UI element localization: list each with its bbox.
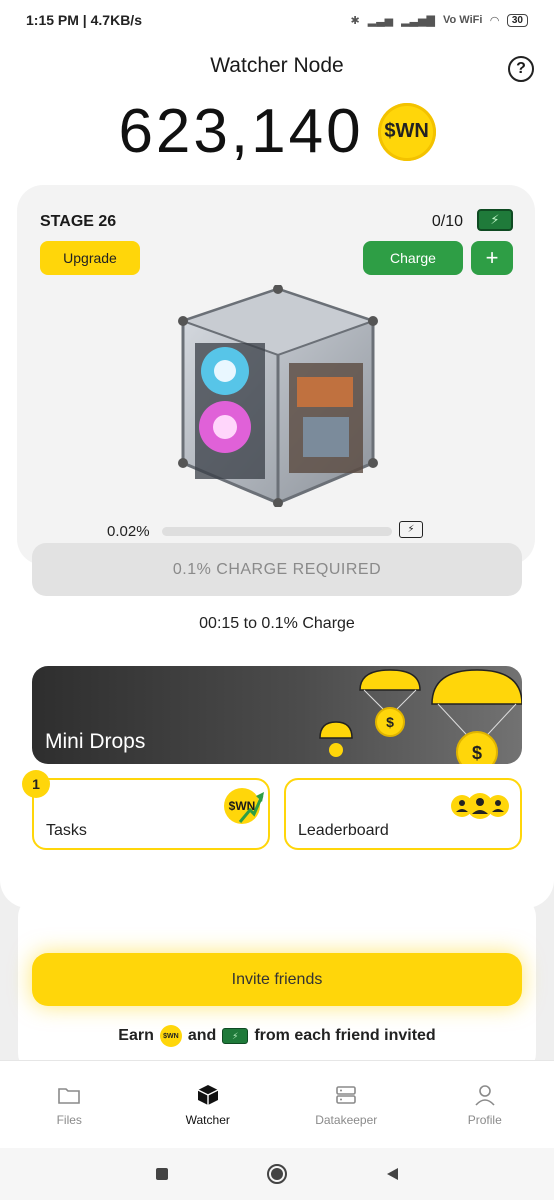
status-speed: 4.7KB/s xyxy=(90,12,142,28)
user-icon xyxy=(475,1085,495,1106)
stage-label: STAGE 26 xyxy=(40,213,117,230)
leaderboard-users-icon xyxy=(451,793,509,819)
node-card: STAGE 26 0/10 ⚡ Upgrade Charge + 0.02% ⚡ xyxy=(17,185,535,565)
help-icon[interactable]: ? xyxy=(508,56,534,82)
nav-datakeeper[interactable]: Datakeeper xyxy=(277,1061,416,1148)
earn-text: Earn $WN and ⚡ from each friend invited xyxy=(0,1025,554,1047)
recents-icon[interactable] xyxy=(154,1166,170,1182)
page-title: Watcher Node xyxy=(210,54,344,77)
bluetooth-icon: ✱ xyxy=(350,14,360,27)
progress-bar xyxy=(162,527,392,536)
tasks-label: Tasks xyxy=(46,822,87,839)
balance-row: 623,140 $WN xyxy=(0,96,554,167)
status-divider: | xyxy=(78,12,91,28)
upgrade-button[interactable]: Upgrade xyxy=(40,241,140,275)
nav-watcher[interactable]: Watcher xyxy=(139,1061,278,1148)
status-time: 1:15 PM xyxy=(26,12,79,28)
tasks-count-badge: 1 xyxy=(22,770,50,798)
battery-charging-icon: ⚡ xyxy=(222,1028,249,1044)
folder-icon xyxy=(58,1088,81,1104)
tasks-tile[interactable]: Tasks $WN xyxy=(32,778,270,850)
balance-value: 623,140 xyxy=(118,97,364,166)
back-icon[interactable] xyxy=(384,1166,400,1182)
nav-profile-label: Profile xyxy=(467,1113,502,1127)
charge-required-button[interactable]: 0.1% CHARGE REQUIRED xyxy=(32,543,522,596)
nav-profile[interactable]: Profile xyxy=(416,1061,554,1148)
vowifi-label: Vo WiFi xyxy=(442,14,483,26)
svg-text:$: $ xyxy=(472,743,482,763)
bottom-nav: Files Watcher Datakeeper Profile xyxy=(0,1060,554,1148)
signal-icon-2: ▂▃▅▇ xyxy=(401,14,435,27)
home-icon[interactable] xyxy=(266,1163,288,1185)
charge-count: 0/10 xyxy=(431,213,463,230)
wn-coin-icon: $WN xyxy=(377,102,436,161)
cube-icon xyxy=(197,1085,219,1105)
system-nav-bar xyxy=(0,1148,554,1200)
invite-friends-button[interactable]: Invite friends xyxy=(32,953,522,1006)
nav-files[interactable]: Files xyxy=(0,1061,139,1148)
status-bar: 1:15 PM | 4.7KB/s ✱ ▂▃▅ ▂▃▅▇ Vo WiFi ◠ 3… xyxy=(0,0,554,40)
battery-charging-icon: ⚡ xyxy=(477,209,513,231)
nav-watcher-label: Watcher xyxy=(185,1113,230,1127)
wn-coin-icon: $WN xyxy=(159,1025,182,1047)
mini-drops-banner[interactable]: Mini Drops $ $ xyxy=(32,666,522,764)
wifi-icon: ◠ xyxy=(490,14,499,27)
computer-cube-icon xyxy=(178,285,378,507)
small-battery-icon: ⚡ xyxy=(399,521,423,538)
earn-prefix: Earn xyxy=(118,1027,154,1044)
add-charge-button[interactable]: + xyxy=(471,241,513,275)
nav-datakeeper-label: Datakeeper xyxy=(315,1113,378,1127)
status-icons: ✱ ▂▃▅ ▂▃▅▇ Vo WiFi ◠ 30 xyxy=(350,13,528,27)
earn-and: and xyxy=(187,1027,217,1044)
leaderboard-label: Leaderboard xyxy=(298,822,389,839)
charge-button[interactable]: Charge xyxy=(363,241,463,275)
earn-suffix: from each friend invited xyxy=(254,1027,436,1044)
server-icon xyxy=(336,1086,357,1104)
charge-timer: 00:15 to 0.1% Charge xyxy=(199,615,355,632)
progress-percent: 0.02% xyxy=(107,523,150,540)
svg-text:$: $ xyxy=(386,714,394,730)
parachute-coins-icon: $ $ xyxy=(319,669,522,764)
nav-files-label: Files xyxy=(56,1113,82,1127)
battery-icon: 30 xyxy=(506,13,528,27)
signal-icon: ▂▃▅ xyxy=(367,14,394,27)
mini-drops-label: Mini Drops xyxy=(45,730,146,753)
trend-up-icon xyxy=(238,792,264,823)
leaderboard-tile[interactable]: Leaderboard xyxy=(284,778,522,850)
